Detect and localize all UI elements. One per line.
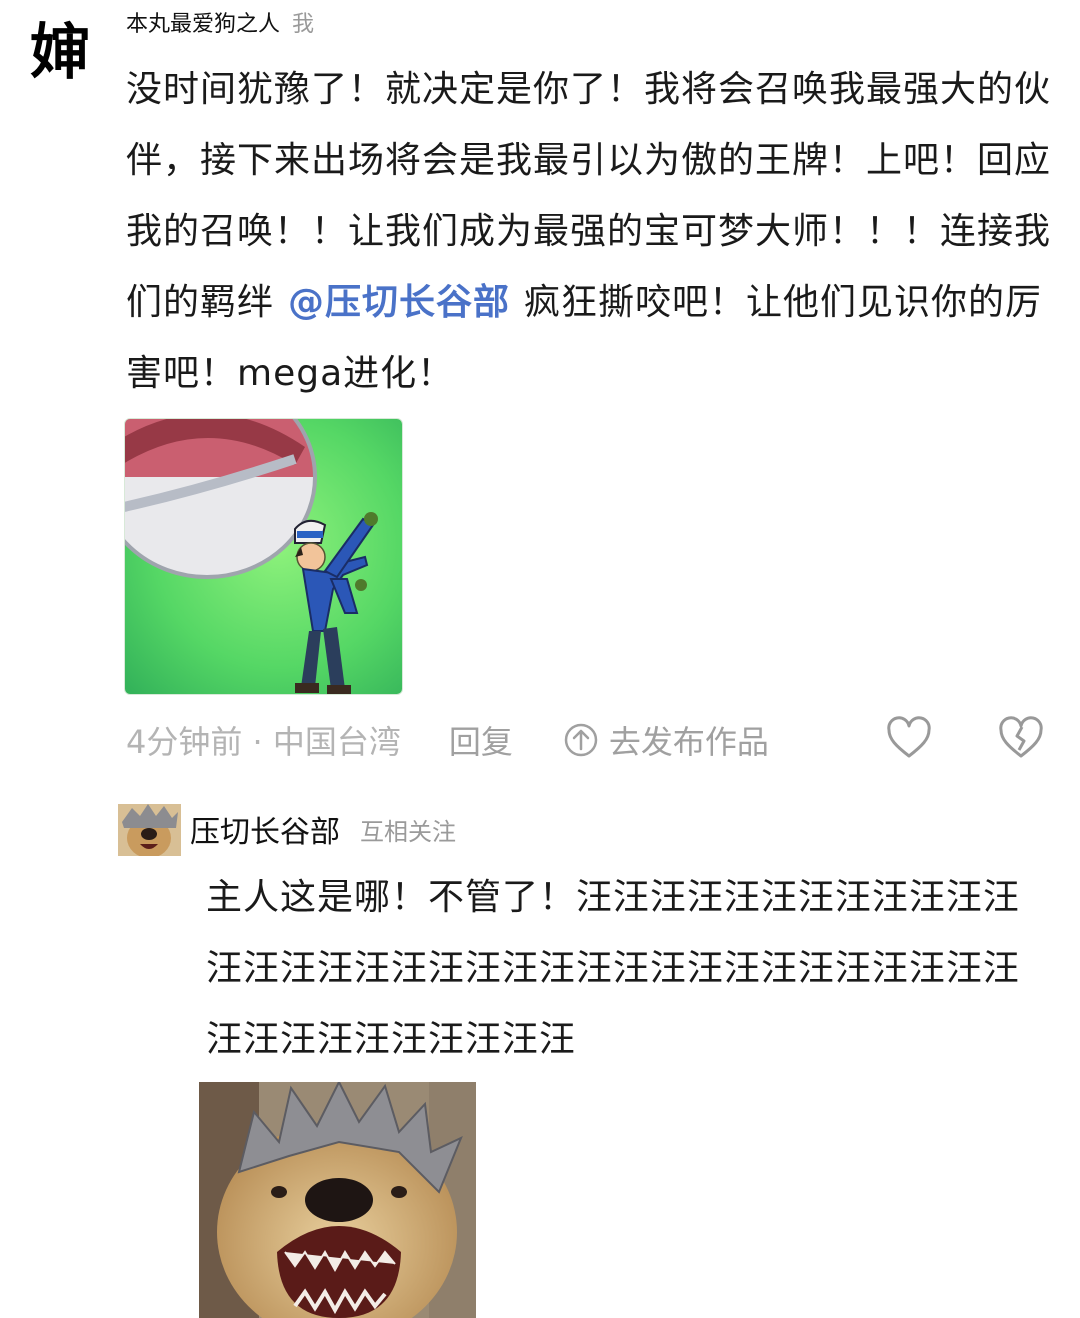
broken-heart-outline-icon[interactable] [998, 716, 1044, 762]
reply-button[interactable]: 回复 [449, 717, 513, 763]
commenter-avatar[interactable]: 婶 [30, 18, 90, 88]
comment-thread: 婶 本丸最爱狗之人 我 没时间犹豫了！就决定是你了！我将会召唤我最强大的伙伴，接… [0, 0, 1080, 1318]
publish-work-button[interactable]: 去发布作品 [563, 717, 769, 763]
commenter-username[interactable]: 本丸最爱狗之人 [126, 6, 280, 38]
comment-image-pokemon-trainer[interactable] [124, 418, 403, 695]
mutual-follow-tag: 互相关注 [360, 817, 456, 846]
reply-header: 压切长谷部 互相关注 [190, 806, 456, 852]
comment-text: 没时间犹豫了！就决定是你了！我将会召唤我最强大的伙伴，接下来出场将会是我最引以为… [126, 54, 1056, 409]
reply-text: 主人这是哪！不管了！汪汪汪汪汪汪汪汪汪汪汪汪汪汪汪汪汪汪汪汪汪汪汪汪汪汪汪汪汪汪… [206, 877, 1021, 1060]
reply-avatar[interactable] [118, 804, 181, 856]
comment-header: 本丸最爱狗之人 我 [126, 6, 314, 38]
barking-dog-illustration [199, 1082, 476, 1318]
heart-outline-icon[interactable] [886, 716, 932, 762]
mention-link[interactable]: @压切长谷部 [288, 282, 510, 323]
trainer-throwing-pokeball-illustration [125, 419, 402, 694]
publish-work-label: 去发布作品 [608, 723, 769, 761]
comment-action-bar: 4分钟前 · 中国台湾 回复 去发布作品 [126, 716, 1056, 764]
self-tag: 我 [292, 12, 315, 37]
reply-image-barking-dog[interactable] [199, 1082, 476, 1318]
upload-circle-icon [564, 723, 598, 757]
comment-meta-time-location: 4分钟前 · 中国台湾 [126, 723, 401, 761]
dog-avatar-image [118, 804, 181, 856]
reply-username[interactable]: 压切长谷部 [190, 807, 340, 851]
